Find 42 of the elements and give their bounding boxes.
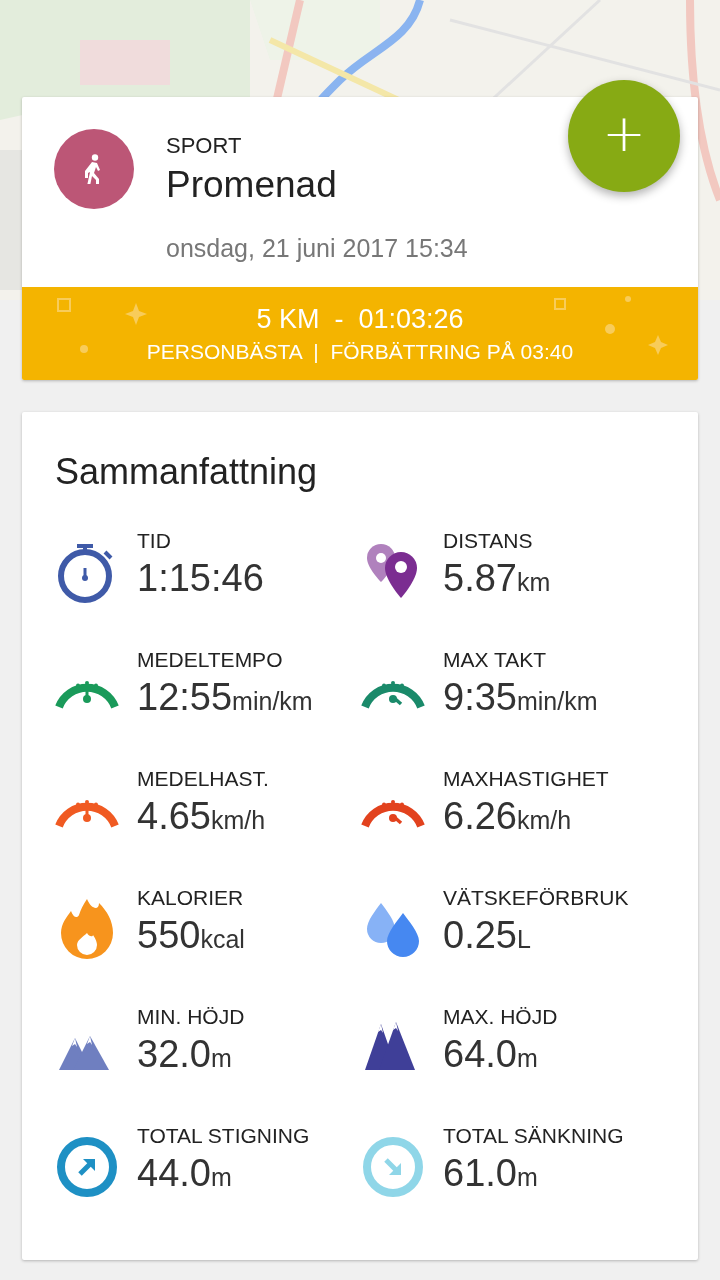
stat-value: 32.0 [137,1032,211,1076]
stat-unit: m [210,1044,232,1073]
stat-label: KALORIER [137,885,245,911]
stat-value: 61.0 [443,1151,517,1195]
stat-label: MIN. HÖJD [137,1004,245,1030]
stat-value: 4.65 [137,794,211,838]
stat-value: 1:15:46 [137,556,264,600]
stat-label: TOTAL STIGNING [137,1123,310,1149]
stat-label: DISTANS [443,528,534,554]
stat-unit: min/km [232,687,313,716]
stat-unit: km/h [516,806,572,835]
stat-value: 64.0 [443,1032,517,1076]
stat-value: 44.0 [137,1151,211,1195]
category-label: SPORT [166,133,243,159]
activity-name: Promenad [166,163,338,207]
stat-unit: m [516,1163,538,1192]
stat-unit: kcal [200,925,245,954]
stat-label: MAXHASTIGHET [443,766,609,792]
stat-value: 0.25 [443,913,517,957]
stat-value: 550 [137,913,201,957]
stat-label: TID [137,528,172,554]
stat-label: VÄTSKEFÖRBRUK [443,885,629,911]
summary-title: Sammanfattning [55,450,319,494]
stat-value: 12:55 [137,675,233,719]
stat-label: MEDELHAST. [137,766,269,792]
record-subtitle: PERSONBÄSTA | FÖRBÄTTRING PÅ 03:40 [146,339,574,364]
stat-unit: km [516,568,551,597]
stat-unit: min/km [516,687,598,716]
stat-value: 9:35 [443,675,517,719]
stat-value: 5.87 [443,556,517,600]
stat-label: TOTAL SÄNKNING [443,1123,624,1149]
stat-unit: m [210,1163,232,1192]
stat-label: MAX TAKT [443,647,548,673]
activity-date: onsdag, 21 juni 2017 15:34 [166,233,468,263]
stat-value: 6.26 [443,794,517,838]
stat-label: MAX. HÖJD [443,1004,558,1030]
stat-unit: km/h [210,806,266,835]
stat-unit: m [516,1044,538,1073]
record-title: 5 KM - 01:03:26 [256,303,464,334]
add-button[interactable]: + [568,80,680,192]
stat-unit: L [516,925,531,954]
stat-label: MEDELTEMPO [137,647,284,673]
